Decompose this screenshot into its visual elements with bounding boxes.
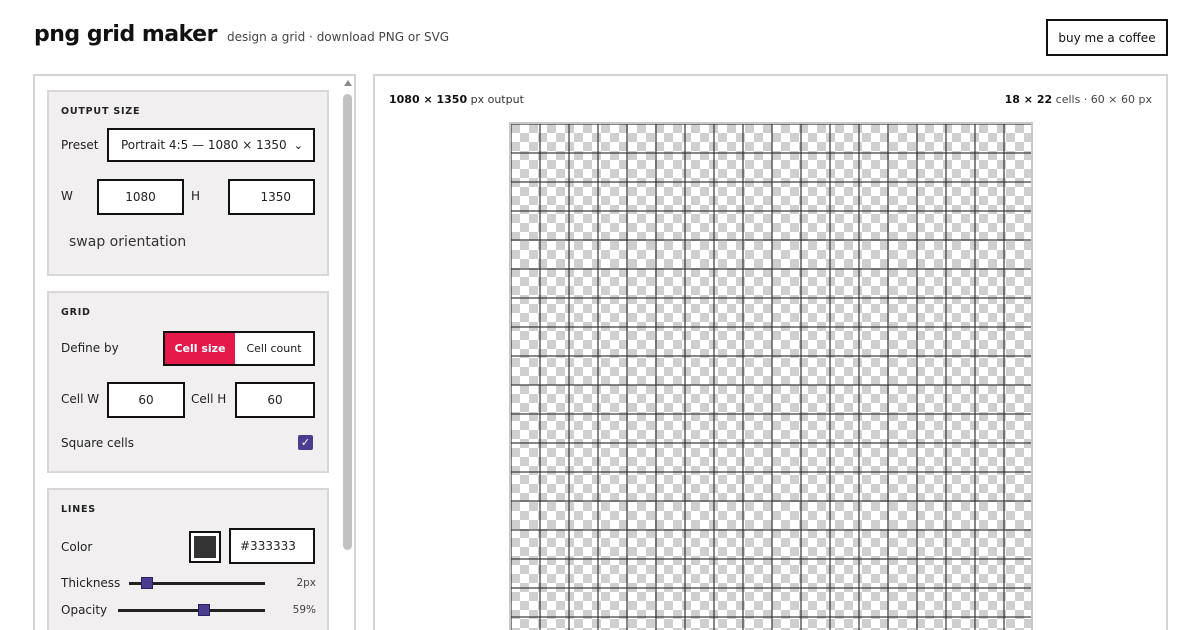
output-size-readout: 1080 × 1350 px output: [389, 93, 524, 106]
settings-sidebar: OUTPUT SIZE Preset Portrait 4:5 — 1080 ×…: [33, 74, 356, 630]
app-title: png grid maker: [34, 22, 217, 47]
cell-width-label: Cell W: [61, 392, 100, 406]
cell-count-suffix: cells · 60 × 60 px: [1055, 93, 1152, 106]
thickness-slider-thumb[interactable]: [141, 577, 153, 589]
color-swatch-fill: [194, 536, 216, 558]
opacity-slider-thumb[interactable]: [198, 604, 210, 616]
color-hex-input[interactable]: #333333: [229, 528, 315, 564]
preset-value: Portrait 4:5 — 1080 × 1350: [121, 138, 287, 152]
width-input[interactable]: 1080: [97, 179, 184, 215]
height-input[interactable]: 1350: [228, 179, 315, 215]
section-title: LINES: [61, 504, 96, 515]
opacity-label: Opacity: [61, 603, 108, 617]
cell-count-option[interactable]: Cell count: [235, 333, 313, 364]
section-title: OUTPUT SIZE: [61, 106, 141, 117]
cell-size-option[interactable]: Cell size: [165, 333, 235, 364]
section-title: GRID: [61, 307, 91, 318]
opacity-slider[interactable]: [118, 604, 265, 616]
cell-count-value: 18 × 22: [1004, 93, 1053, 106]
output-size-value: 1080 × 1350: [389, 93, 468, 106]
header: png grid maker design a grid · download …: [34, 22, 449, 62]
scroll-up-arrow-icon[interactable]: [344, 80, 352, 86]
lines-section: LINES Color #333333 Thickness 2px Opacit…: [47, 488, 329, 630]
preset-label: Preset: [61, 138, 99, 152]
width-label: W: [61, 189, 73, 203]
app-tagline: design a grid · download PNG or SVG: [226, 30, 450, 44]
swap-orientation-button[interactable]: swap orientation: [69, 234, 186, 250]
sidebar-scrollbar[interactable]: [341, 76, 354, 630]
grid-section: GRID Define by Cell size Cell count Cell…: [47, 291, 329, 473]
define-by-toggle: Cell size Cell count: [163, 331, 315, 366]
define-by-label: Define by: [61, 341, 119, 355]
scrollbar-thumb[interactable]: [343, 94, 352, 550]
opacity-value: 59%: [292, 604, 316, 616]
output-size-suffix: px output: [470, 93, 524, 106]
cell-height-label: Cell H: [191, 392, 227, 406]
thickness-value: 2px: [296, 577, 316, 589]
cell-count-readout: 18 × 22 cells · 60 × 60 px: [1005, 93, 1152, 106]
grid-canvas: [509, 122, 1033, 630]
output-size-section: OUTPUT SIZE Preset Portrait 4:5 — 1080 ×…: [47, 90, 329, 276]
color-label: Color: [61, 540, 93, 554]
color-swatch[interactable]: [189, 531, 221, 563]
thickness-label: Thickness: [61, 576, 121, 590]
height-label: H: [191, 189, 201, 203]
square-cells-checkbox[interactable]: ✓: [298, 435, 313, 450]
preset-select[interactable]: Portrait 4:5 — 1080 × 1350 ⌄: [107, 128, 315, 162]
grid-preview-image: [511, 124, 1031, 630]
chevron-down-icon: ⌄: [293, 138, 303, 152]
cell-width-input[interactable]: 60: [107, 382, 185, 418]
square-cells-label: Square cells: [61, 436, 134, 450]
grid-preview-panel: 1080 × 1350 px output 18 × 22 cells · 60…: [373, 74, 1168, 630]
buy-coffee-button[interactable]: buy me a coffee: [1046, 19, 1168, 56]
thickness-slider[interactable]: [129, 577, 265, 589]
cell-height-input[interactable]: 60: [235, 382, 315, 418]
